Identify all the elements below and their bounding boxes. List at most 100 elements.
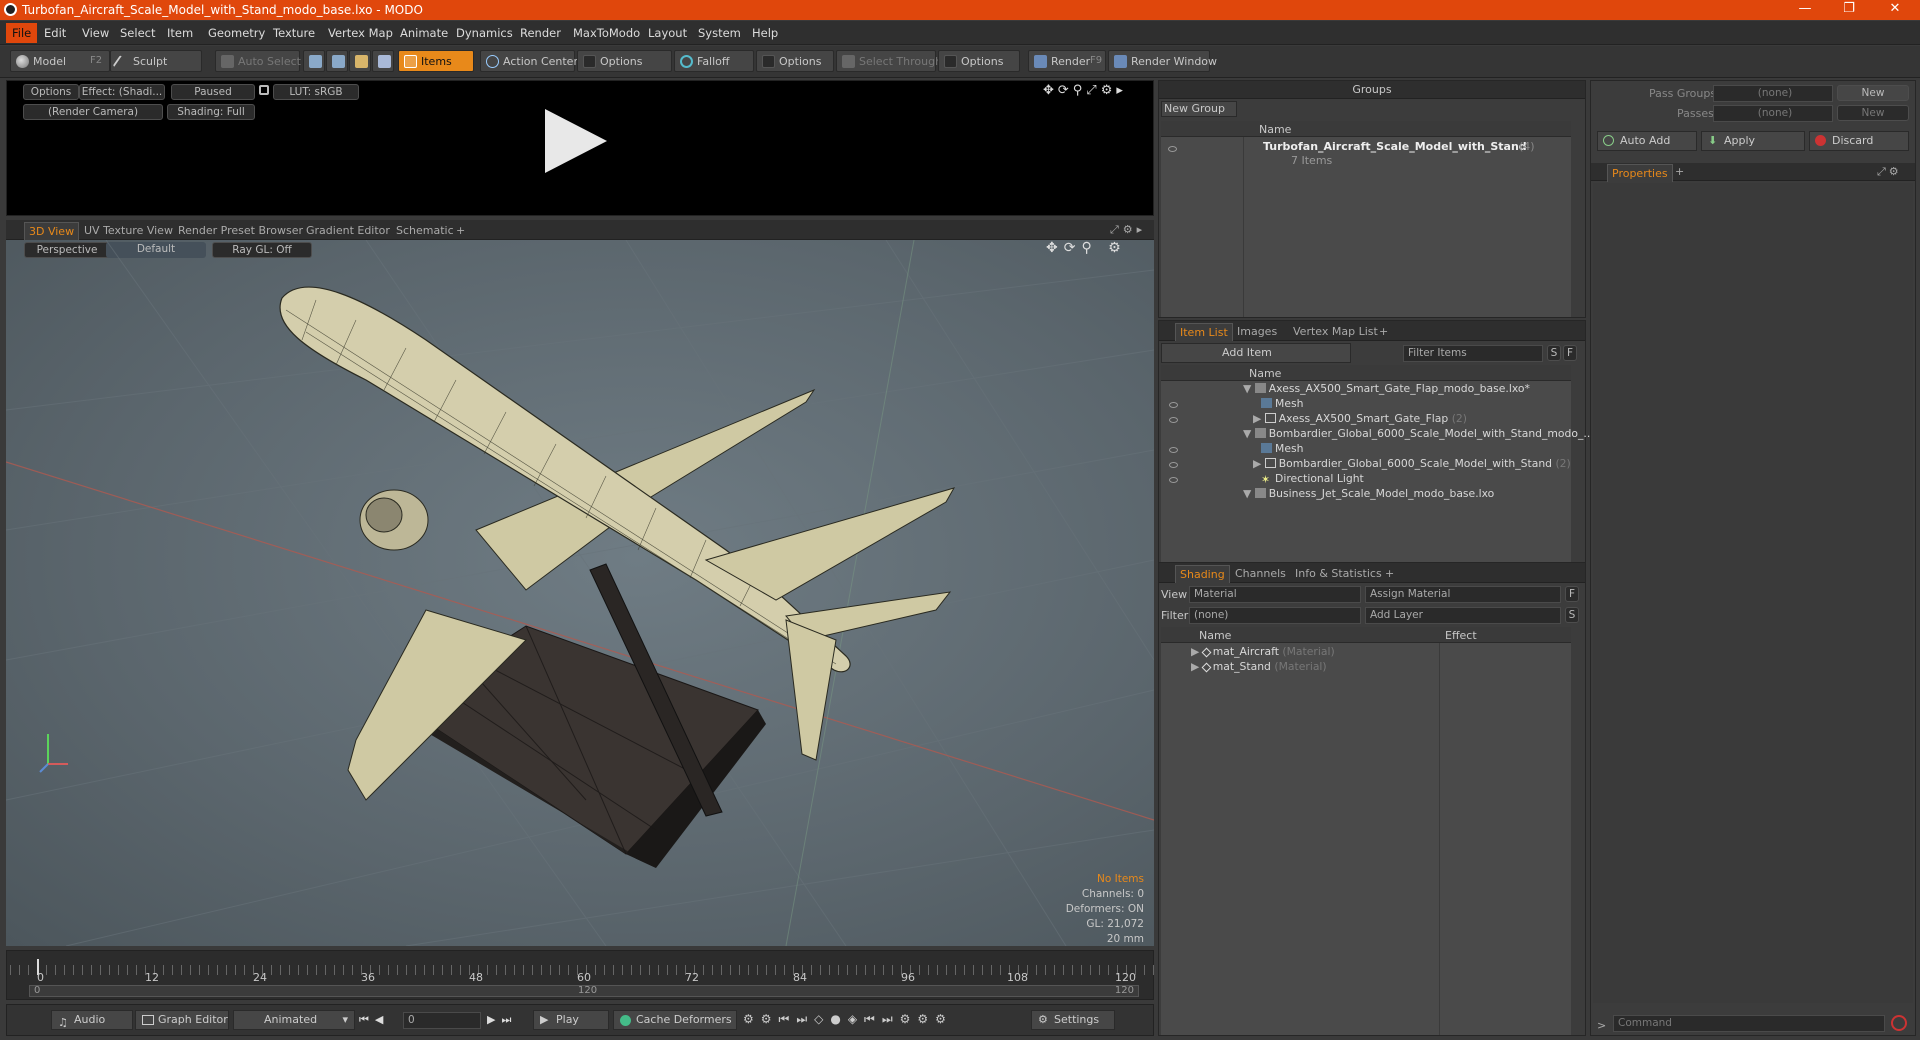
viewport-panel-icons[interactable]: ⤢⚙▸: [1110, 223, 1146, 237]
assign-material-button[interactable]: Assign Material: [1365, 586, 1561, 603]
menu-select[interactable]: Select: [120, 26, 155, 40]
view-dropdown[interactable]: Material: [1189, 586, 1361, 603]
discard-button[interactable]: Discard: [1809, 131, 1909, 151]
add-item-dropdown[interactable]: Add Item: [1161, 343, 1351, 363]
menu-render[interactable]: Render: [520, 26, 561, 40]
command-input[interactable]: Command: [1613, 1015, 1885, 1032]
restore-button[interactable]: ❐: [1834, 1, 1864, 19]
menu-dynamics[interactable]: Dynamics: [456, 26, 513, 40]
auto-add-button[interactable]: Auto Add: [1597, 131, 1697, 151]
animated-dropdown[interactable]: Animated ▾: [233, 1010, 355, 1030]
passes-dropdown[interactable]: (none): [1713, 105, 1833, 122]
menu-edit[interactable]: Edit: [44, 26, 66, 40]
timeline[interactable]: 0 12 24 36 48 60 72 84 96 108 120 0 120 …: [6, 950, 1155, 1000]
menu-maxtomodo[interactable]: MaxToModo: [573, 26, 640, 40]
new-group-button[interactable]: New Group: [1161, 101, 1237, 117]
menu-item[interactable]: Item: [167, 26, 193, 40]
rewind-controls[interactable]: ⏮◀: [359, 1013, 389, 1027]
menu-geometry[interactable]: Geometry: [208, 26, 265, 40]
list-item[interactable]: Mesh: [1169, 397, 1303, 412]
preview-shading-dropdown[interactable]: Shading: Full: [167, 104, 255, 120]
tab-images[interactable]: Images: [1237, 325, 1277, 338]
list-item[interactable]: ▼ Bombardier_Global_6000_Scale_Model_wit…: [1243, 427, 1594, 442]
polygon-mode-button[interactable]: [349, 50, 371, 72]
audio-button[interactable]: ♫ Audio: [51, 1010, 133, 1030]
items-mode-button[interactable]: Items: [398, 50, 474, 72]
filter-dropdown[interactable]: (none): [1189, 607, 1361, 624]
tab-schematic[interactable]: Schematic: [396, 224, 454, 237]
keyframe-tool-icons[interactable]: ⚙⚙⏮⏭◇●◈⏮⏭⚙⚙⚙: [743, 1012, 953, 1027]
tab-info-statistics[interactable]: Info & Statistics: [1295, 567, 1382, 580]
menu-texture[interactable]: Texture: [273, 26, 315, 40]
action-center-button[interactable]: Action Center: [480, 50, 578, 72]
play-button[interactable]: ▶ Play: [533, 1010, 609, 1030]
tab-3d-view[interactable]: 3D View: [24, 222, 80, 240]
lock-icon[interactable]: [259, 85, 269, 95]
tab-item-list[interactable]: Item List: [1175, 323, 1233, 341]
menu-help[interactable]: Help: [752, 26, 778, 40]
preview-nav-icons[interactable]: ✥⟳⚲⤢⚙▸: [1043, 83, 1127, 98]
action-center-options-button[interactable]: Options: [577, 50, 672, 72]
tab-render-preset-browser[interactable]: Render Preset Browser: [178, 224, 303, 237]
tab-properties[interactable]: Properties: [1607, 164, 1673, 182]
preview-lut-dropdown[interactable]: LUT: sRGB: [273, 84, 359, 100]
tab-add[interactable]: +: [456, 224, 465, 237]
new-pass-group-button[interactable]: New: [1837, 85, 1909, 101]
falloff-options-button[interactable]: Options: [756, 50, 834, 72]
settings-button[interactable]: ⚙ Settings: [1031, 1010, 1115, 1030]
play-icon[interactable]: [545, 109, 607, 173]
group-item-name[interactable]: Turbofan_Aircraft_Scale_Model_with_Stand: [1263, 140, 1527, 153]
eye-icon[interactable]: [1168, 146, 1177, 152]
falloff-button[interactable]: Falloff: [674, 50, 754, 72]
menu-file[interactable]: File: [6, 23, 38, 43]
list-item[interactable]: ▼ Business_Jet_Scale_Model_modo_base.lxo: [1243, 487, 1494, 502]
tab-gradient-editor[interactable]: Gradient Editor: [306, 224, 390, 237]
edge-mode-button[interactable]: [326, 50, 348, 72]
properties-panel-icons[interactable]: ⤢⚙: [1877, 165, 1902, 179]
filter-items-input[interactable]: Filter Items: [1403, 345, 1543, 362]
preview-effect-dropdown[interactable]: Effect: (Shadi...: [79, 84, 165, 100]
new-pass-button[interactable]: New: [1837, 105, 1909, 121]
shading-f-button[interactable]: F: [1565, 586, 1579, 602]
list-item[interactable]: ▶ mat_Stand (Material): [1191, 660, 1327, 675]
add-layer-dropdown[interactable]: Add Layer: [1365, 607, 1561, 624]
menu-animate[interactable]: Animate: [400, 26, 448, 40]
3d-viewport[interactable]: Perspective Default Ray GL: Off ✥⟳⚲ ⚙ No…: [6, 240, 1154, 946]
select-through-options-button[interactable]: Options: [938, 50, 1020, 72]
item-list-f-button[interactable]: F: [1563, 345, 1577, 361]
render-window-button[interactable]: Render Window: [1108, 50, 1217, 72]
vertex-mode-button[interactable]: [303, 50, 325, 72]
preview-options-button[interactable]: Options: [23, 84, 79, 100]
tab-add-shading[interactable]: +: [1385, 567, 1394, 580]
graph-editor-button[interactable]: Graph Editor: [135, 1010, 229, 1030]
sculpt-mode-button[interactable]: Sculpt: [110, 50, 202, 72]
list-item[interactable]: ✶ Directional Light: [1169, 472, 1364, 487]
frame-field[interactable]: 0: [403, 1012, 481, 1029]
tab-uv-texture-view[interactable]: UV Texture View: [84, 224, 173, 237]
shading-s-button[interactable]: S: [1565, 607, 1579, 623]
close-button[interactable]: ✕: [1880, 1, 1910, 19]
menu-view[interactable]: View: [82, 26, 109, 40]
forward-controls[interactable]: ▶⏭: [487, 1013, 517, 1027]
cache-deformers-button[interactable]: Cache Deformers: [613, 1010, 737, 1030]
list-item[interactable]: ▶ Axess_AX500_Smart_Gate_Flap (2): [1169, 412, 1467, 427]
list-item[interactable]: ▼ Axess_AX500_Smart_Gate_Flap_modo_base.…: [1243, 382, 1530, 397]
select-through-button[interactable]: Select Through: [836, 50, 942, 72]
material-mode-button[interactable]: [372, 50, 394, 72]
tab-vertex-map-list[interactable]: Vertex Map List: [1293, 325, 1378, 338]
list-item[interactable]: Mesh: [1169, 442, 1303, 457]
list-item[interactable]: ▶ mat_Aircraft (Material): [1191, 645, 1335, 660]
tab-add-properties[interactable]: +: [1675, 165, 1684, 178]
tab-add-item-list[interactable]: +: [1379, 325, 1388, 338]
list-item[interactable]: ▶ Bombardier_Global_6000_Scale_Model_wit…: [1169, 457, 1571, 472]
menu-vertex-map[interactable]: Vertex Map: [328, 26, 393, 40]
tab-shading[interactable]: Shading: [1175, 565, 1230, 583]
tab-channels[interactable]: Channels: [1235, 567, 1286, 580]
menu-layout[interactable]: Layout: [648, 26, 687, 40]
preview-paused-toggle[interactable]: Paused: [171, 84, 255, 100]
menu-system[interactable]: System: [698, 26, 741, 40]
apply-button[interactable]: ⬇ Apply: [1701, 131, 1805, 151]
preview-camera-dropdown[interactable]: (Render Camera): [23, 104, 163, 120]
minimize-button[interactable]: —: [1790, 1, 1820, 19]
range-bar[interactable]: 0 120 120: [29, 985, 1139, 997]
